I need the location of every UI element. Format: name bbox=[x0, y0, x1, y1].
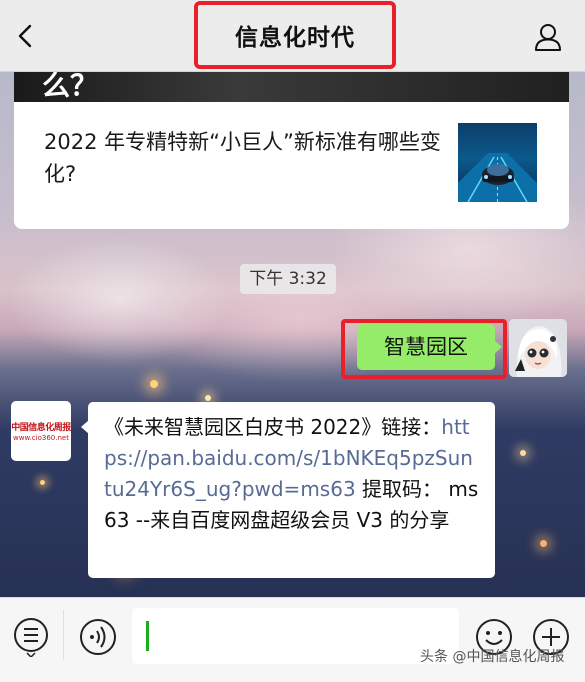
input-bar: 头条 @中国信息化周报 bbox=[0, 597, 585, 682]
profile-icon[interactable] bbox=[533, 22, 563, 52]
outgoing-message-bubble[interactable]: 智慧园区 bbox=[357, 324, 495, 370]
my-avatar[interactable] bbox=[509, 319, 567, 377]
message-timestamp: 下午 3:32 bbox=[240, 264, 336, 294]
text-caret bbox=[146, 621, 149, 651]
back-chevron-icon[interactable] bbox=[14, 24, 38, 48]
title-highlight-box: 信息化时代 bbox=[194, 1, 396, 69]
article-title: 2022 年专精特新“小巨人”新标准有哪些变化? bbox=[44, 130, 441, 186]
sender-logo-site: www.cio360.net bbox=[13, 434, 69, 442]
chat-title: 信息化时代 bbox=[235, 25, 355, 51]
article-cover-strip: 么？ bbox=[14, 72, 569, 102]
menu-icon[interactable] bbox=[11, 617, 51, 657]
chat-header: 信息化时代 bbox=[0, 0, 585, 72]
outgoing-bubble-tail bbox=[494, 340, 502, 354]
article-card[interactable]: 么？ 2022 年专精特新“小巨人”新标准有哪些变化? bbox=[14, 72, 569, 229]
message-text-prefix: 《未来智慧园区白皮书 2022》链接： bbox=[104, 415, 442, 439]
watermark-text: 头条 @中国信息化周报 bbox=[420, 649, 565, 665]
article-thumbnail bbox=[458, 123, 537, 202]
voice-icon[interactable] bbox=[78, 617, 118, 657]
sender-logo-text: 中国信息化周报 bbox=[11, 423, 71, 433]
message-input[interactable] bbox=[132, 608, 459, 664]
article-cover-text: 么？ bbox=[42, 72, 99, 102]
incoming-message-bubble[interactable]: 《未来智慧园区白皮书 2022》链接：https://pan.baidu.com… bbox=[88, 402, 495, 578]
input-divider bbox=[63, 610, 64, 660]
sender-avatar[interactable]: 中国信息化周报 www.cio360.net bbox=[11, 401, 71, 461]
